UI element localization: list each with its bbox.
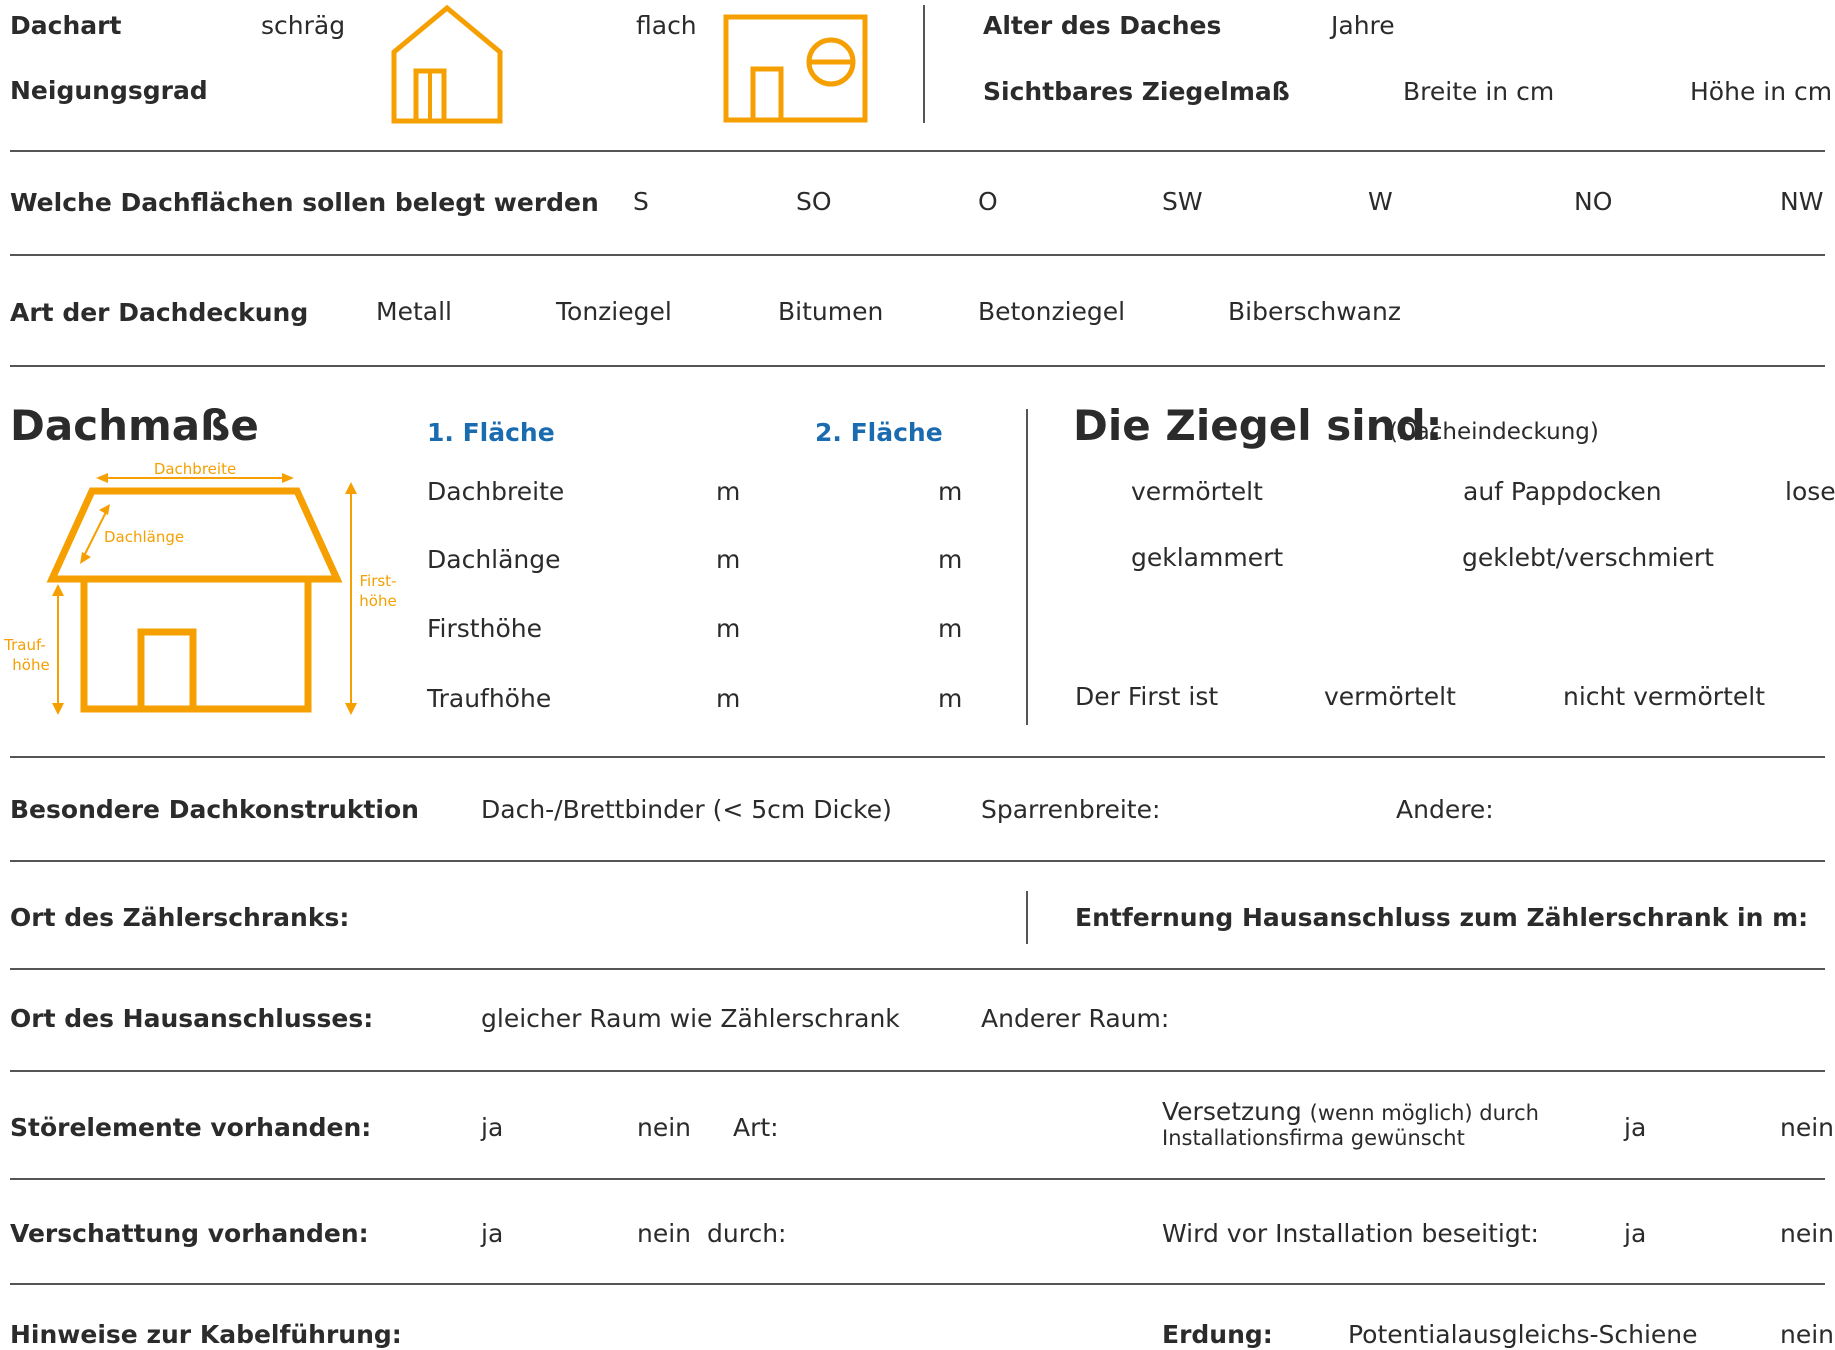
option-first-vermoertelt[interactable]: vermörtelt [1324,682,1456,712]
kabel-label: Hinweise zur Kabelführung: [10,1320,402,1349]
verschattung-ja[interactable]: ja [481,1219,503,1249]
option-w[interactable]: W [1368,187,1393,217]
traufhoehe-label: Traufhöhe [427,684,552,713]
entfernung-label: Entfernung Hausanschluss zum Zählerschra… [1075,903,1809,932]
dachlaenge-annotation: Dachlänge [104,528,185,546]
dachbreite-label: Dachbreite [427,477,565,506]
beseitigt-label: Wird vor Installation beseitigt: [1162,1219,1539,1248]
divider [10,1070,1825,1072]
option-o[interactable]: O [978,187,998,217]
dachlaenge-unit-1: m [716,545,741,574]
alter-label: Alter des Daches [983,11,1222,40]
firsthoehe-unit-1: m [716,614,741,643]
divider [10,1283,1825,1285]
traufhoehe-unit-2: m [938,684,963,713]
divider [10,860,1825,862]
stoerelemente-label: Störelemente vorhanden: [10,1113,372,1142]
first-label: Der First ist [1075,682,1219,711]
option-first-nicht-vermoertelt[interactable]: nicht vermörtelt [1563,682,1765,712]
option-anderer-raum[interactable]: Anderer Raum: [981,1004,1169,1034]
option-brettbinder[interactable]: Dach-/Brettbinder (< 5cm Dicke) [481,795,892,825]
verschattung-label: Verschattung vorhanden: [10,1219,369,1248]
dachlaenge-unit-2: m [938,545,963,574]
versetzung-nein[interactable]: nein [1780,1113,1834,1143]
zaehler-label: Ort des Zählerschranks: [10,903,350,932]
divider [10,150,1825,152]
option-no[interactable]: NO [1574,187,1612,217]
versetzung-label: Versetzung (wenn möglich) durch [1162,1097,1539,1127]
dachmasse-title: Dachmaße [10,401,259,450]
dachflaechen-label: Welche Dachflächen sollen belegt werden [10,188,599,217]
traufhoehe-annotation-2: höhe [12,656,50,674]
firsthoehe-annotation-1: First- [359,572,397,590]
hoehe-unit: Höhe in cm [1690,77,1833,106]
breite-unit: Breite in cm [1403,77,1555,106]
option-vermoertelt[interactable]: vermörtelt [1131,477,1263,507]
beseitigt-nein[interactable]: nein [1780,1219,1834,1249]
hausanschluss-label: Ort des Hausanschlusses: [10,1004,374,1033]
firsthoehe-unit-2: m [938,614,963,643]
ziegel-title: Die Ziegel sind: [1073,401,1443,450]
divider [10,756,1825,758]
option-tonziegel[interactable]: Tonziegel [556,297,672,327]
option-schraeg[interactable]: schräg [261,11,345,41]
divider [10,1178,1825,1180]
option-flach[interactable]: flach [636,11,697,41]
alter-unit: Jahre [1331,11,1395,40]
neigungsgrad-label: Neigungsgrad [10,76,208,105]
option-gleicher-raum[interactable]: gleicher Raum wie Zählerschrank [481,1004,900,1034]
erdung-label: Erdung: [1162,1320,1273,1349]
option-sw[interactable]: SW [1162,187,1203,217]
stoerelemente-ja[interactable]: ja [481,1113,503,1143]
divider [923,5,925,123]
dachbreite-unit-2: m [938,477,963,506]
option-geklebt[interactable]: geklebt/verschmiert [1462,543,1714,573]
beseitigt-ja[interactable]: ja [1624,1219,1646,1249]
versetzung-line2: Installationsfirma gewünscht [1162,1126,1465,1150]
dachlaenge-label: Dachlänge [427,545,561,574]
flaeche1-heading: 1. Fläche [427,418,555,447]
ziegel-subtitle: (Dacheindeckung) [1389,419,1599,445]
divider [1026,891,1028,944]
versetzung-text: Versetzung [1162,1097,1302,1126]
divider [10,968,1825,970]
verschattung-durch[interactable]: durch: [707,1219,786,1249]
versetzung-ja[interactable]: ja [1624,1113,1646,1143]
erdung-nein[interactable]: nein [1780,1320,1834,1350]
option-s[interactable]: S [633,187,649,217]
ziegelmass-label: Sichtbares Ziegelmaß [983,77,1290,106]
stoerelemente-art[interactable]: Art: [733,1113,779,1143]
option-betonziegel[interactable]: Betonziegel [978,297,1125,327]
firsthoehe-annotation-2: höhe [359,592,397,610]
option-sparrenbreite[interactable]: Sparrenbreite: [981,795,1160,825]
dachdeckung-label: Art der Dachdeckung [10,298,309,327]
traufhoehe-unit-1: m [716,684,741,713]
house-flat-icon [723,14,868,123]
flaeche2-heading: 2. Fläche [815,418,943,447]
option-lose[interactable]: lose [1785,477,1835,507]
option-so[interactable]: SO [796,187,832,217]
stoerelemente-nein[interactable]: nein [637,1113,691,1143]
versetzung-small: (wenn möglich) durch [1309,1101,1539,1125]
firsthoehe-label: Firsthöhe [427,614,542,643]
option-potentialausgleich[interactable]: Potentialausgleichs-Schiene [1348,1320,1698,1350]
option-pappdocken[interactable]: auf Pappdocken [1463,477,1662,507]
dachart-label: Dachart [10,11,122,40]
option-metall[interactable]: Metall [376,297,452,327]
verschattung-nein[interactable]: nein [637,1219,691,1249]
divider [10,254,1825,256]
house-pitched-icon [391,4,503,124]
dachbreite-annotation: Dachbreite [153,460,237,478]
divider [10,365,1825,367]
option-biberschwanz[interactable]: Biberschwanz [1228,297,1401,327]
option-andere[interactable]: Andere: [1396,795,1494,825]
option-geklammert[interactable]: geklammert [1131,543,1283,573]
roof-dimensions-diagram [46,473,357,715]
dachbreite-unit-1: m [716,477,741,506]
option-bitumen[interactable]: Bitumen [778,297,883,327]
divider [1026,409,1028,725]
option-nw[interactable]: NW [1780,187,1823,217]
konstruktion-label: Besondere Dachkonstruktion [10,795,419,824]
traufhoehe-annotation-1: Trauf- [4,636,46,654]
